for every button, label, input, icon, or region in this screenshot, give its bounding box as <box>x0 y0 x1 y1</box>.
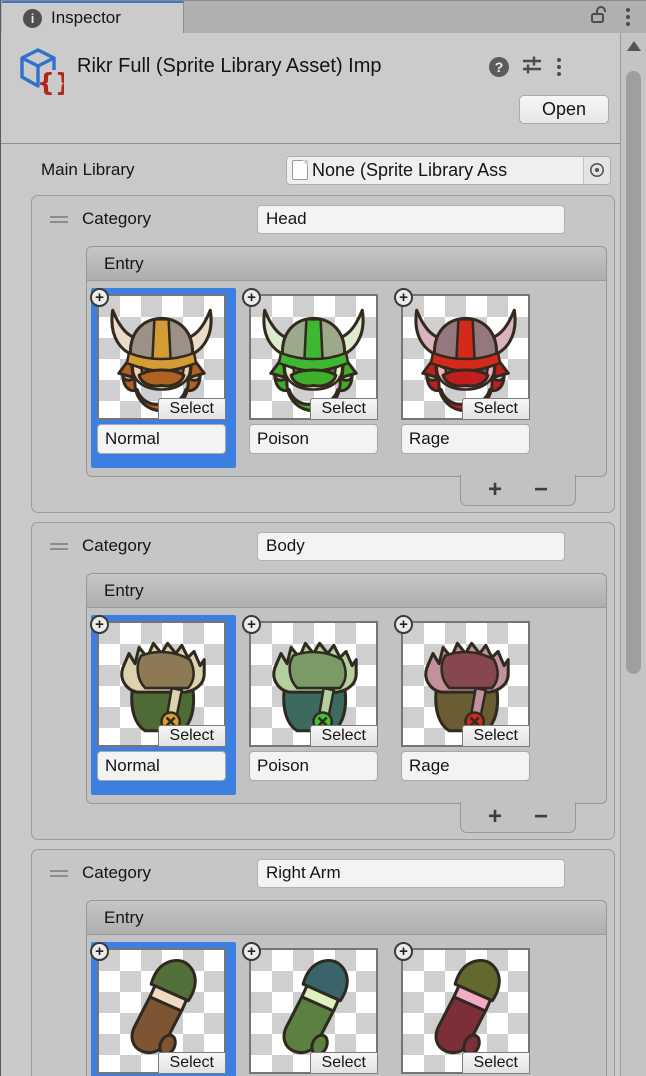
add-overwrite-button[interactable]: + <box>394 942 413 961</box>
scrollbar-thumb[interactable] <box>626 71 641 674</box>
entry-name-input[interactable] <box>249 424 378 454</box>
unlock-icon[interactable] <box>588 4 610 31</box>
category-box-head: Category Entry + Select <box>31 195 615 513</box>
select-button[interactable]: Select <box>462 398 530 420</box>
category-name-input[interactable] <box>257 532 565 561</box>
entry-list-header: Entry <box>87 574 606 608</box>
select-button[interactable]: Select <box>462 725 530 747</box>
sprite-thumbnail[interactable]: + Select <box>401 621 530 747</box>
sprite-thumbnail[interactable]: + Select <box>97 621 226 747</box>
entry-cell: + Select <box>395 942 540 1076</box>
object-picker-icon[interactable] <box>583 157 610 184</box>
category-label: Category <box>82 209 257 229</box>
entry-cell: + Select <box>395 288 540 468</box>
sprite-thumbnail[interactable]: + Select <box>401 294 530 420</box>
add-entry-button[interactable]: + <box>480 807 510 827</box>
add-overwrite-button[interactable]: + <box>394 288 413 307</box>
select-button[interactable]: Select <box>462 1052 530 1074</box>
importer-header: {} Rikr Full (Sprite Library Asset) Imp … <box>1 33 646 144</box>
select-button[interactable]: Select <box>158 725 226 747</box>
select-button[interactable]: Select <box>158 1052 226 1074</box>
add-overwrite-button[interactable]: + <box>242 942 261 961</box>
sprite-thumbnail[interactable]: + Select <box>249 621 378 747</box>
category-label: Category <box>82 863 257 883</box>
inspector-content: Main Library None (Sprite Library Ass Ca… <box>1 143 621 1076</box>
add-overwrite-button[interactable]: + <box>90 615 109 634</box>
kebab-menu-icon[interactable] <box>624 6 632 28</box>
add-entry-button[interactable]: + <box>480 480 510 500</box>
category-box-body: Category Entry + Select <box>31 522 615 840</box>
open-button[interactable]: Open <box>519 95 609 124</box>
add-overwrite-button[interactable]: + <box>90 942 109 961</box>
sprite-thumbnail[interactable]: + Select <box>249 948 378 1074</box>
category-label: Category <box>82 536 257 556</box>
entry-name-input[interactable] <box>401 751 530 781</box>
select-button[interactable]: Select <box>310 725 378 747</box>
select-button[interactable]: Select <box>310 1052 378 1074</box>
remove-entry-button[interactable]: − <box>526 807 556 827</box>
sprite-thumbnail[interactable]: + Select <box>97 948 226 1074</box>
kebab-menu-icon[interactable] <box>555 56 563 78</box>
entry-cell: + Select <box>91 942 236 1076</box>
category-name-input[interactable] <box>257 859 565 888</box>
entry-list: Entry + Select + Sel <box>86 573 607 804</box>
sprite-thumbnail[interactable]: + Select <box>97 294 226 420</box>
entry-cell: + Select <box>91 288 236 468</box>
entry-cell: + Select <box>91 615 236 795</box>
add-overwrite-button[interactable]: + <box>242 288 261 307</box>
tab-inspector[interactable]: i Inspector <box>2 1 184 33</box>
add-overwrite-button[interactable]: + <box>394 615 413 634</box>
drag-handle-icon[interactable] <box>50 213 68 226</box>
entry-list-header: Entry <box>87 901 606 935</box>
entry-list: Entry + Select + Sel <box>86 900 607 1076</box>
sprite-thumbnail[interactable]: + Select <box>401 948 530 1074</box>
info-icon: i <box>23 9 42 28</box>
vertical-scrollbar <box>620 33 646 1076</box>
entry-list-footer: + − <box>460 475 576 506</box>
entry-name-input[interactable] <box>97 424 226 454</box>
select-button[interactable]: Select <box>158 398 226 420</box>
main-library-row: Main Library None (Sprite Library Ass <box>41 155 621 185</box>
main-library-object-field[interactable]: None (Sprite Library Ass <box>286 156 611 185</box>
tab-label: Inspector <box>51 8 121 28</box>
sprite-thumbnail[interactable]: + Select <box>249 294 378 420</box>
svg-text:{}: {} <box>37 68 64 97</box>
entry-name-input[interactable] <box>249 751 378 781</box>
select-button[interactable]: Select <box>310 398 378 420</box>
add-overwrite-button[interactable]: + <box>90 288 109 307</box>
drag-handle-icon[interactable] <box>50 540 68 553</box>
add-overwrite-button[interactable]: + <box>242 615 261 634</box>
category-box-right-arm: Category Entry + Select <box>31 849 615 1076</box>
tab-bar: i Inspector <box>1 0 646 33</box>
scripted-importer-cube-icon: {} <box>12 45 64 102</box>
entry-name-input[interactable] <box>401 424 530 454</box>
entry-list: Entry + Select + Sel <box>86 246 607 477</box>
scroll-up-arrow-icon[interactable] <box>627 41 641 51</box>
remove-entry-button[interactable]: − <box>526 480 556 500</box>
entry-cell: + Select <box>243 288 388 468</box>
object-field-value: None (Sprite Library Ass <box>308 160 583 181</box>
entry-cell: + Select <box>243 615 388 795</box>
category-name-input[interactable] <box>257 205 565 234</box>
document-icon <box>292 160 308 180</box>
drag-handle-icon[interactable] <box>50 867 68 880</box>
entry-list-footer: + − <box>460 802 576 833</box>
entry-cell: + Select <box>243 942 388 1076</box>
asset-title: Rikr Full (Sprite Library Asset) Imp <box>77 55 489 78</box>
help-icon[interactable]: ? <box>489 57 509 77</box>
main-library-label: Main Library <box>41 160 286 180</box>
presets-sliders-icon[interactable] <box>521 53 543 80</box>
entry-name-input[interactable] <box>97 751 226 781</box>
inspector-window: i Inspector {} Rikr Full (Sprite Library… <box>0 0 646 1076</box>
entry-list-header: Entry <box>87 247 606 281</box>
entry-cell: + Select <box>395 615 540 795</box>
